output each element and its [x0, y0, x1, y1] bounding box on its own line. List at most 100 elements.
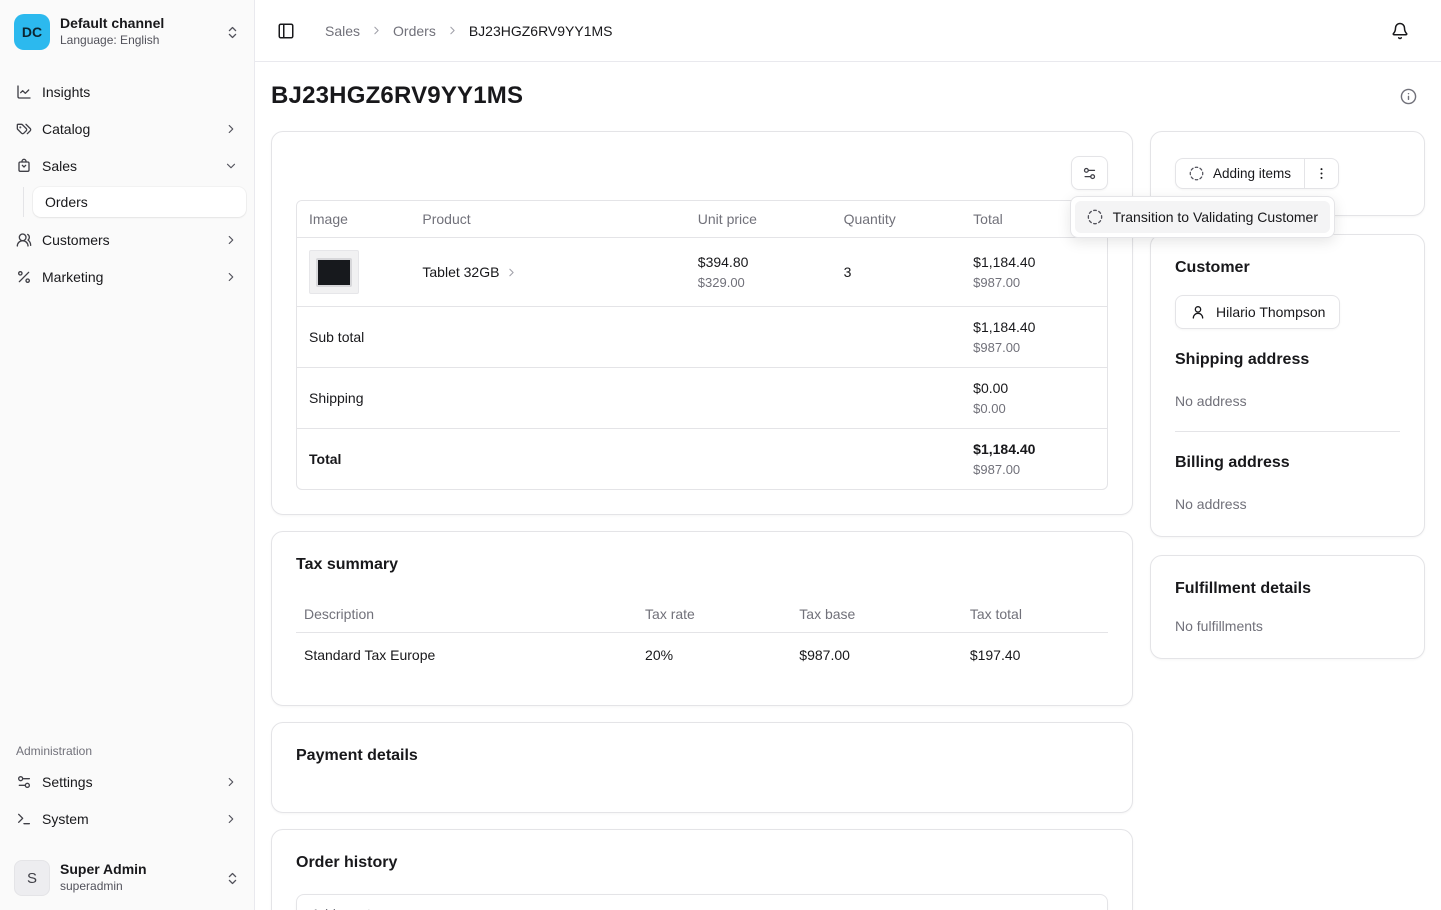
chevron-right-icon	[446, 24, 459, 37]
breadcrumb-orders[interactable]: Orders	[393, 23, 436, 39]
main-area: Sales Orders BJ23HGZ6RV9YY1MS BJ23HGZ6RV…	[255, 0, 1441, 910]
order-items-table: Image Product Unit price Quantity Total	[297, 201, 1107, 489]
chevron-right-icon	[224, 270, 238, 284]
sidebar-item-sales[interactable]: Sales	[8, 150, 246, 182]
column-header-quantity: Quantity	[832, 201, 962, 238]
sidebar-toggle-button[interactable]	[273, 18, 299, 44]
tax-base: $987.00	[791, 633, 962, 682]
order-history-title: Order history	[296, 854, 1108, 872]
administration-section-label: Administration	[8, 738, 246, 766]
sidebar-item-insights[interactable]: Insights	[8, 76, 246, 108]
sidebar-item-label: Marketing	[42, 269, 103, 285]
chevron-right-icon	[370, 24, 383, 37]
shipping-net: $0.00	[973, 401, 1095, 416]
breadcrumb: Sales Orders BJ23HGZ6RV9YY1MS	[325, 23, 613, 39]
bell-icon	[1391, 22, 1409, 40]
chevron-down-icon	[224, 159, 238, 173]
sidebar-item-label: Orders	[45, 194, 88, 210]
right-column: Adding items	[1150, 131, 1425, 659]
subtotal-label: Sub total	[297, 307, 961, 368]
unit-price-net: $329.00	[698, 275, 820, 290]
sidebar-item-label: Customers	[42, 232, 110, 248]
column-header-tax-base: Tax base	[791, 596, 962, 633]
topbar: Sales Orders BJ23HGZ6RV9YY1MS	[255, 0, 1441, 62]
sidebar-item-label: Insights	[42, 84, 90, 100]
users-icon	[16, 232, 32, 248]
sidebar-item-label: Settings	[42, 774, 93, 790]
sidebar-item-settings[interactable]: Settings	[8, 766, 246, 798]
tax-description: Standard Tax Europe	[296, 633, 637, 682]
customer-name: Hilario Thompson	[1216, 304, 1325, 320]
shipping-address-empty: No address	[1175, 393, 1400, 409]
chevron-right-icon	[224, 122, 238, 136]
total-net: $987.00	[973, 462, 1095, 477]
sidebar-item-customers[interactable]: Customers	[8, 224, 246, 256]
table-row: Tablet 32GB $394.80 $329.00	[297, 238, 1107, 307]
sliders-icon	[16, 774, 32, 790]
subtotal-net: $987.00	[973, 340, 1095, 355]
fulfillment-details-card: Fulfillment details No fulfillments	[1150, 555, 1425, 659]
user-menu[interactable]: S Super Admin superadmin	[8, 854, 246, 902]
user-username: superadmin	[60, 879, 215, 895]
breadcrumb-sales[interactable]: Sales	[325, 23, 360, 39]
terminal-icon	[16, 811, 32, 827]
sales-subnav: Orders	[23, 187, 246, 217]
customer-link-button[interactable]: Hilario Thompson	[1175, 295, 1340, 329]
column-header-image: Image	[297, 201, 410, 238]
notifications-button[interactable]	[1387, 18, 1413, 44]
line-total-gross: $1,184.40	[973, 254, 1095, 270]
menu-item-transition-state[interactable]: Transition to Validating Customer	[1075, 201, 1330, 233]
tax-summary-title: Tax summary	[296, 556, 1108, 574]
tax-total: $197.40	[962, 633, 1108, 682]
shipping-address-heading: Shipping address	[1175, 351, 1400, 369]
product-link[interactable]: Tablet 32GB	[422, 264, 518, 280]
user-avatar: S	[14, 860, 50, 896]
chart-line-icon	[16, 84, 32, 100]
sidebar-item-system[interactable]: System	[8, 803, 246, 835]
product-name: Tablet 32GB	[422, 264, 499, 280]
order-state-button[interactable]: Adding items	[1176, 159, 1304, 188]
channel-language: Language: English	[60, 33, 215, 49]
left-column: Image Product Unit price Quantity Total	[271, 131, 1133, 910]
column-header-tax-rate: Tax rate	[637, 596, 791, 633]
product-thumbnail	[309, 250, 359, 294]
column-header-unit-price: Unit price	[686, 201, 832, 238]
tablet-image	[316, 258, 352, 287]
sidebar-item-label: Catalog	[42, 121, 90, 137]
order-state-dropdown: Transition to Validating Customer	[1070, 196, 1335, 238]
chevron-right-icon	[505, 266, 518, 279]
sidebar-item-marketing[interactable]: Marketing	[8, 261, 246, 293]
table-row: Standard Tax Europe 20% $987.00 $197.40	[296, 633, 1108, 682]
chevrons-up-down-icon	[225, 25, 240, 40]
column-header-tax-total: Tax total	[962, 596, 1108, 633]
customer-title: Customer	[1175, 259, 1400, 277]
channel-avatar: DC	[14, 14, 50, 50]
order-state-menu-button[interactable]	[1304, 159, 1338, 188]
chevron-right-icon	[224, 233, 238, 247]
chevron-right-icon	[224, 812, 238, 826]
menu-item-label: Transition to Validating Customer	[1113, 209, 1318, 225]
tax-rate: 20%	[637, 633, 791, 682]
sidebar-item-label: Sales	[42, 158, 77, 174]
customer-card: Customer Hilario Thompson Shipping addre…	[1150, 234, 1425, 537]
channel-name: Default channel	[60, 15, 215, 33]
sidebar-item-orders[interactable]: Orders	[33, 187, 246, 217]
shipping-row: Shipping $0.00 $0.00	[297, 368, 1107, 429]
payment-details-title: Payment details	[296, 747, 1108, 765]
info-icon[interactable]	[1400, 88, 1417, 105]
table-header-row: Image Product Unit price Quantity Total	[297, 201, 1107, 238]
sidebar-item-catalog[interactable]: Catalog	[8, 113, 246, 145]
order-history-card: Order history	[271, 829, 1133, 910]
order-state-button-group: Adding items	[1175, 158, 1339, 189]
total-row: Total $1,184.40 $987.00	[297, 429, 1107, 490]
total-gross: $1,184.40	[973, 441, 1095, 457]
add-note-input[interactable]	[296, 894, 1108, 910]
line-total-net: $987.00	[973, 275, 1095, 290]
shopping-bag-icon	[16, 158, 32, 174]
user-name: Super Admin	[60, 861, 215, 879]
channel-switcher[interactable]: DC Default channel Language: English	[8, 8, 246, 56]
table-settings-button[interactable]	[1071, 156, 1108, 190]
tax-summary-card: Tax summary Description Tax rate Tax bas…	[271, 531, 1133, 706]
subtotal-gross: $1,184.40	[973, 319, 1095, 335]
column-header-description: Description	[296, 596, 637, 633]
